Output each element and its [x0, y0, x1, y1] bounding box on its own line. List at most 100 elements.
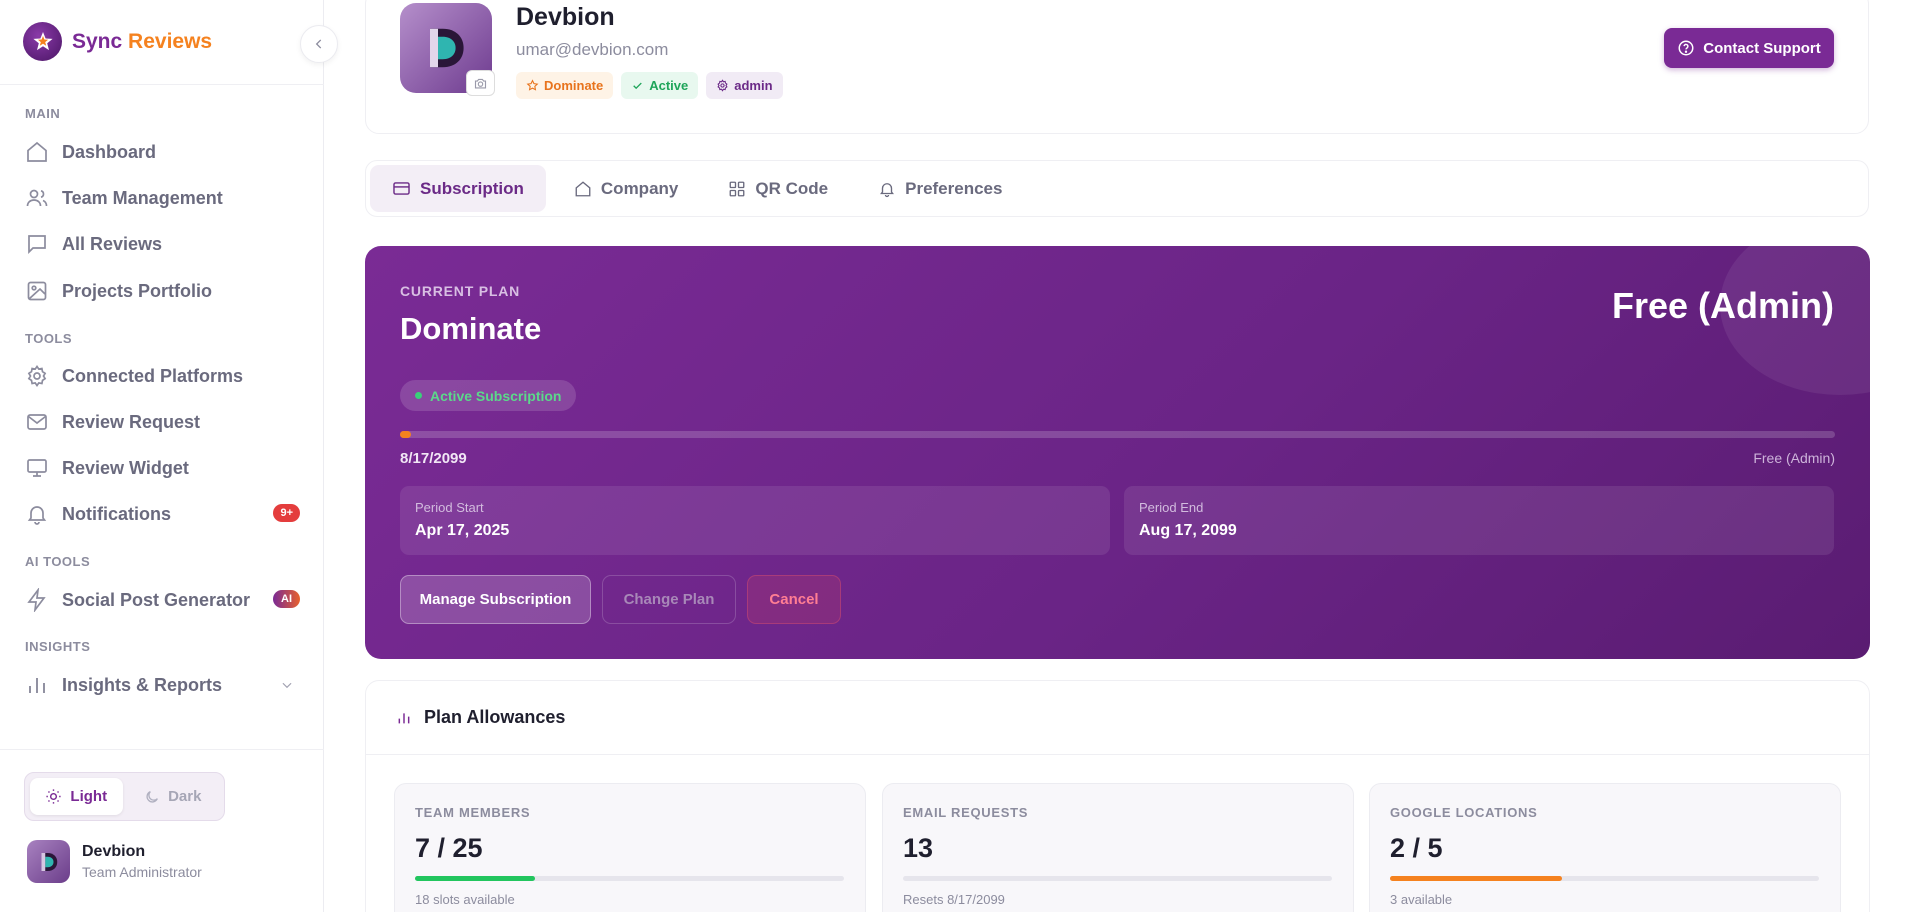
sidebar-item-label: Insights & Reports — [62, 674, 223, 695]
sidebar-item-all-reviews[interactable]: All Reviews — [25, 228, 300, 260]
plan-name: Dominate — [400, 311, 542, 346]
contact-support-button[interactable]: Contact Support — [1664, 28, 1834, 68]
check-icon — [633, 82, 643, 90]
period-end-label: Period End — [1139, 500, 1204, 515]
collapse-sidebar-button[interactable] — [300, 25, 338, 63]
plan-price: Free (Admin) — [1611, 285, 1834, 326]
sidebar-item-insights-reports[interactable]: Insights & Reports — [25, 669, 300, 701]
bar-chart-icon — [29, 678, 45, 693]
message-square-icon — [28, 235, 46, 255]
theme-dark-label: Dark — [168, 788, 202, 805]
manage-subscription-button[interactable]: Manage Subscription — [400, 575, 591, 624]
moon-icon — [146, 790, 159, 803]
gear-icon — [27, 365, 47, 387]
tab-subscription[interactable]: Subscription — [370, 165, 546, 212]
bell-icon — [880, 182, 895, 197]
stat-subtext: 3 available — [1390, 892, 1453, 907]
ai-badge: AI — [273, 590, 300, 608]
sidebar-item-label: Dashboard — [62, 141, 157, 162]
tab-label: Preferences — [905, 178, 1003, 198]
brand[interactable]: Sync Reviews — [23, 22, 212, 61]
subscription-progress-fill — [400, 431, 412, 438]
period-end-value: Aug 17, 2099 — [1139, 522, 1237, 539]
divider — [0, 84, 324, 85]
status-badge: Active — [621, 72, 699, 99]
plan-tag-label: Dominate — [544, 78, 604, 93]
sidebar-item-label: Notifications — [62, 503, 172, 524]
contact-support-label: Contact Support — [1703, 39, 1821, 57]
tab-label: Subscription — [420, 178, 524, 198]
subscription-status-badge: Active Subscription — [400, 380, 577, 411]
sidebar-item-label: All Reviews — [62, 233, 163, 254]
sidebar-item-connected-platforms[interactable]: Connected Platforms — [25, 360, 300, 392]
stat-progress-bar — [415, 876, 844, 881]
star-logo-icon — [23, 22, 62, 61]
stat-value: 7 / 25 — [415, 833, 483, 863]
tab-qr-code[interactable]: QR Code — [706, 165, 850, 212]
stat-subtext: Resets 8/17/2099 — [903, 892, 1005, 907]
camera-icon — [474, 78, 487, 88]
stat-progress-bar — [903, 876, 1332, 881]
stat-team-members: TEAM MEMBERS 7 / 25 18 slots available — [394, 783, 866, 912]
stat-label: GOOGLE LOCATIONS — [1390, 805, 1538, 820]
plan-allowances-title: Plan Allowances — [396, 707, 565, 728]
stat-value: 2 / 5 — [1390, 833, 1443, 863]
sidebar-item-dashboard[interactable]: Dashboard — [25, 136, 300, 168]
change-plan-button[interactable]: Change Plan — [602, 575, 736, 624]
sidebar-item-label: Review Widget — [62, 457, 189, 478]
chevron-left-icon — [315, 39, 322, 49]
stat-email-requests: EMAIL REQUESTS 13 Resets 8/17/2099 — [882, 783, 1354, 912]
tab-preferences[interactable]: Preferences — [856, 165, 1024, 212]
theme-dark-button[interactable]: Dark — [127, 778, 220, 815]
period-start-value: Apr 17, 2025 — [415, 522, 510, 539]
avatar — [27, 840, 70, 883]
stat-label: TEAM MEMBERS — [415, 805, 531, 820]
role-tag: admin — [706, 72, 783, 99]
sidebar-item-label: Connected Platforms — [62, 365, 244, 386]
user-role: Team Administrator — [82, 864, 202, 880]
home-icon — [575, 180, 591, 196]
tab-label: Company — [600, 178, 679, 198]
sidebar-item-review-request[interactable]: Review Request — [25, 406, 300, 438]
section-label-tools: TOOLS — [25, 331, 73, 346]
stat-subtext: 18 slots available — [415, 892, 515, 907]
monitor-icon — [27, 459, 47, 477]
sidebar-item-projects-portfolio[interactable]: Projects Portfolio — [25, 275, 300, 307]
role-label: admin — [734, 78, 773, 93]
credit-card-icon — [393, 182, 410, 195]
sidebar-item-notifications[interactable]: Notifications 9+ — [25, 498, 300, 530]
sidebar-item-label: Social Post Generator — [62, 589, 251, 610]
help-circle-icon — [1678, 40, 1694, 56]
change-avatar-button[interactable] — [466, 70, 495, 96]
status-dot-icon — [415, 392, 422, 399]
sidebar-item-team-management[interactable]: Team Management — [25, 182, 300, 214]
theme-light-button[interactable]: Light — [30, 778, 123, 815]
divider — [366, 754, 1869, 755]
period-start-box: Period Start Apr 17, 2025 — [400, 486, 1110, 555]
sidebar-item-social-post-generator[interactable]: Social Post Generator AI — [25, 584, 300, 616]
cancel-subscription-button[interactable]: Cancel — [747, 575, 841, 624]
divider — [0, 749, 324, 750]
bell-icon — [27, 506, 47, 525]
plan-allowances-title-label: Plan Allowances — [424, 707, 566, 727]
user-card[interactable]: Devbion Team Administrator — [27, 840, 202, 883]
stat-value: 13 — [903, 833, 934, 863]
profile-name: Devbion — [516, 3, 615, 31]
stat-progress-bar — [1390, 876, 1819, 881]
image-icon — [27, 281, 47, 301]
plan-tag: Dominate — [516, 72, 614, 99]
gear-icon — [717, 79, 728, 92]
profile-email: umar@devbion.com — [516, 40, 669, 59]
section-label-ai-tools: AI TOOLS — [25, 554, 91, 569]
sidebar-item-label: Team Management — [62, 187, 223, 208]
chevron-down-icon — [282, 682, 292, 689]
tab-label: QR Code — [755, 178, 829, 198]
qr-code-icon — [729, 181, 745, 196]
sidebar-item-review-widget[interactable]: Review Widget — [25, 452, 300, 484]
tab-company[interactable]: Company — [552, 165, 700, 212]
notifications-count-badge: 9+ — [273, 504, 300, 522]
home-icon — [27, 141, 47, 162]
theme-toggle: Light Dark — [24, 772, 225, 821]
profile-tags: Dominate Active admin — [516, 72, 783, 99]
subscription-progress-bar — [400, 431, 1835, 438]
